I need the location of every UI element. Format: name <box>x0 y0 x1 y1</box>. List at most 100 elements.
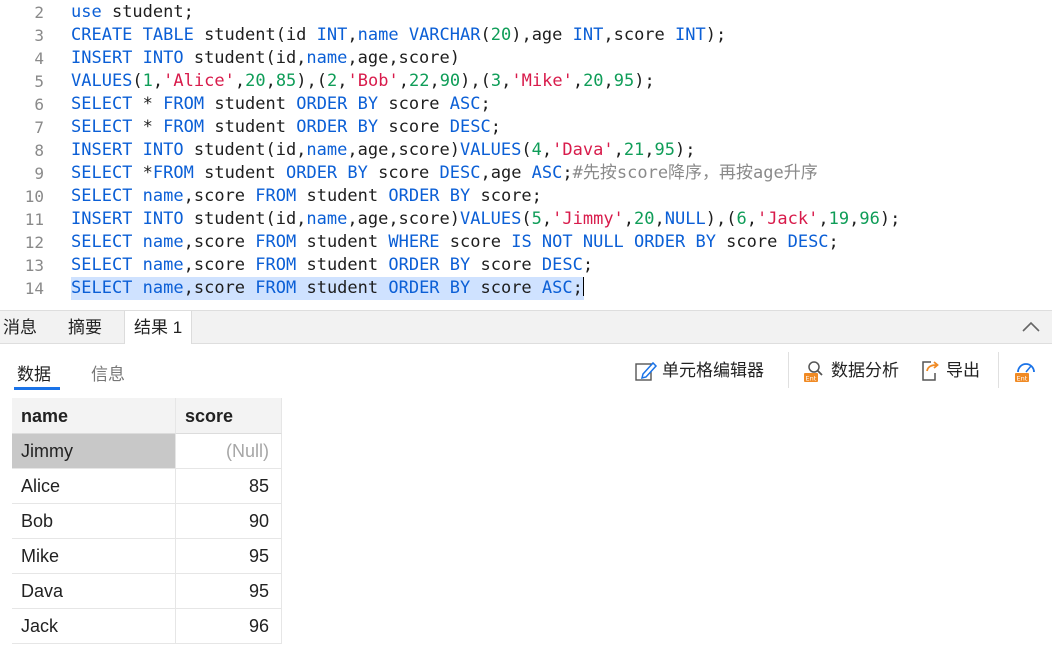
code-token: ,score <box>183 278 256 298</box>
code-text: use student; <box>71 1 194 24</box>
code-token: ; <box>480 94 491 114</box>
cell-name[interactable]: Dava <box>12 574 176 609</box>
code-token: ORDER BY <box>634 232 716 252</box>
code-token: ),( <box>296 71 328 91</box>
code-token: ( <box>521 209 532 229</box>
code-line[interactable]: 11 INSERT INTO student(id,name,age,score)… <box>0 208 1052 231</box>
code-token: ; <box>562 163 573 183</box>
code-line[interactable]: 4 INSERT INTO student(id,name,age,score) <box>0 47 1052 70</box>
tab-messages[interactable]: 消息 <box>3 311 37 344</box>
code-token: ; <box>828 232 839 252</box>
code-token: , <box>654 209 665 229</box>
code-token: DESC <box>541 255 583 275</box>
code-token: , <box>501 71 512 91</box>
code-token: FROM <box>255 232 297 252</box>
code-token: , <box>818 209 829 229</box>
code-token: 85 <box>275 71 297 91</box>
code-text: CREATE TABLE student(id INT,name VARCHAR… <box>71 24 726 47</box>
code-line[interactable]: 6 SELECT * FROM student ORDER BY score AS… <box>0 93 1052 116</box>
cell-score[interactable]: 95 <box>176 539 282 574</box>
code-token: ( <box>132 71 143 91</box>
chart-button[interactable]: Ent <box>1014 358 1052 384</box>
code-token: 19 <box>828 209 850 229</box>
code-token: ,age,score) <box>347 140 460 160</box>
code-token: ; <box>582 255 594 275</box>
code-token: INT <box>675 25 706 45</box>
export-icon <box>922 361 939 381</box>
code-token: ORDER BY <box>388 278 471 298</box>
data-toolbar: 数据 信息 单元格编辑器 Ent 数据分析 导出 Ent <box>0 344 1052 398</box>
code-line[interactable]: 10 SELECT name,score FROM student ORDER B… <box>0 185 1052 208</box>
column-header-score[interactable]: score <box>176 398 282 434</box>
code-token: name <box>142 278 184 298</box>
code-token: , <box>337 71 348 91</box>
cell-score[interactable]: 96 <box>176 609 282 644</box>
code-token: name <box>306 48 348 68</box>
code-token: student <box>296 278 389 298</box>
code-token: ,score <box>603 25 676 45</box>
code-text: INSERT INTO student(id,name,age,score)VA… <box>71 208 900 231</box>
line-number: 7 <box>34 118 44 137</box>
tab-result-1[interactable]: 结果 1 <box>124 311 193 345</box>
code-token: student(id <box>193 25 317 45</box>
line-number: 11 <box>24 210 44 229</box>
code-token: SELECT <box>71 117 133 137</box>
code-line[interactable]: 13 SELECT name,score FROM student ORDER B… <box>0 254 1052 277</box>
code-token: name <box>142 255 184 275</box>
cell-name[interactable]: Mike <box>12 539 176 574</box>
code-token: 20 <box>583 71 604 91</box>
code-token: score <box>367 163 440 183</box>
cell-name[interactable]: Jack <box>12 609 176 644</box>
cell-name[interactable]: Jimmy <box>12 434 176 469</box>
line-number: 10 <box>24 187 44 206</box>
code-line[interactable]: 7 SELECT * FROM student ORDER BY score DE… <box>0 116 1052 139</box>
code-text: SELECT name,score FROM student ORDER BY … <box>71 277 584 300</box>
code-line[interactable]: 12 SELECT name,score FROM student WHERE s… <box>0 231 1052 254</box>
code-token: student; <box>101 2 194 22</box>
svg-text:Ent: Ent <box>806 375 817 383</box>
data-analysis-button[interactable]: Ent 数据分析 <box>803 358 907 384</box>
cell-score[interactable]: 85 <box>176 469 282 504</box>
code-line[interactable]: 5 VALUES(1,'Alice',20,85),(2,'Bob',22,90)… <box>0 70 1052 93</box>
code-token: FROM <box>255 255 297 275</box>
code-token: FROM <box>255 278 297 298</box>
code-token: SELECT <box>71 232 133 252</box>
sql-editor[interactable]: 2 use student; 3 CREATE TABLE student(id IN… <box>0 0 1052 306</box>
code-token: , <box>541 140 553 160</box>
subtab-data[interactable]: 数据 <box>17 360 51 385</box>
code-token: student(id, <box>183 209 307 229</box>
cell-name[interactable]: Alice <box>12 469 176 504</box>
collapse-panel-icon[interactable] <box>1020 316 1042 338</box>
cell-score[interactable]: (Null) <box>176 434 282 469</box>
code-token: * <box>132 117 164 137</box>
column-header-name[interactable]: name <box>12 398 176 434</box>
cell-score[interactable]: 90 <box>176 504 282 539</box>
code-line[interactable]: 2 use student; <box>0 1 1052 24</box>
code-line[interactable]: 14 SELECT name,score FROM student ORDER B… <box>0 277 1052 300</box>
cell-editor-button[interactable]: 单元格编辑器 <box>634 358 774 384</box>
line-number: 2 <box>34 3 44 22</box>
code-line[interactable]: 3 CREATE TABLE student(id INT,name VARCHA… <box>0 24 1052 47</box>
code-token: ),( <box>460 71 491 91</box>
code-token: 90 <box>439 71 461 91</box>
code-text: SELECT name,score FROM student ORDER BY … <box>71 254 593 277</box>
code-token: ASC <box>541 278 573 298</box>
toolbar-divider <box>788 352 789 388</box>
code-token: score <box>470 278 542 298</box>
code-token: student(id, <box>183 140 307 160</box>
line-number: 5 <box>34 72 44 91</box>
code-token: DESC <box>439 163 481 183</box>
cell-name[interactable]: Bob <box>12 504 176 539</box>
cell-score[interactable]: 95 <box>176 574 282 609</box>
export-button[interactable]: 导出 <box>918 358 984 384</box>
code-token: name <box>142 186 184 206</box>
code-token: 20 <box>490 25 512 45</box>
code-token: score; <box>470 186 542 206</box>
code-line[interactable]: 9 SELECT *FROM student ORDER BY score DES… <box>0 162 1052 185</box>
subtab-info[interactable]: 信息 <box>91 360 125 385</box>
code-token: score <box>378 117 450 137</box>
tab-summary[interactable]: 摘要 <box>68 311 102 344</box>
code-line[interactable]: 8 INSERT INTO student(id,name,age,score)V… <box>0 139 1052 162</box>
